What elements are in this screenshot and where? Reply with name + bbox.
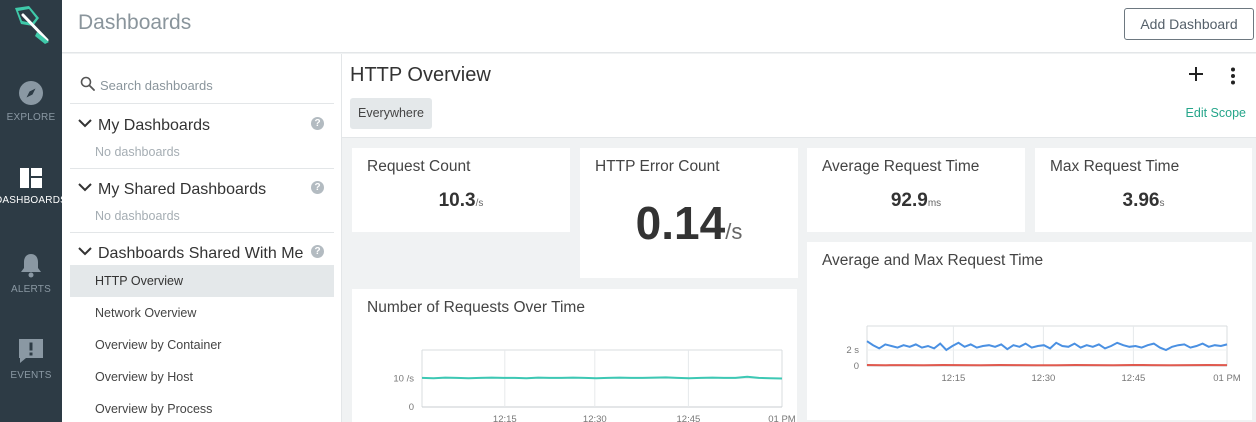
chevron-down-icon <box>78 183 92 192</box>
y-tick-label: 0 <box>854 361 859 372</box>
stat-number: 92.9 <box>890 190 928 211</box>
app: EXPLORE DASHBOARDS ALERTS EVENTS Dashboa… <box>0 0 1256 422</box>
panel-title: HTTP Error Count <box>595 158 720 175</box>
search-input[interactable] <box>100 74 330 96</box>
dashboard-main: HTTP Overview Everywhere Edit Scope Requ… <box>342 54 1256 422</box>
dashboard-title: HTTP Overview <box>350 64 491 86</box>
help-icon[interactable]: ? <box>311 245 324 258</box>
nav-item-alerts[interactable]: ALERTS <box>0 252 62 322</box>
x-tick-label: 01 PM <box>768 414 796 422</box>
sidebar-item-http-overview[interactable]: HTTP Overview <box>70 265 334 297</box>
stat-unit: /s <box>725 219 743 244</box>
divider <box>70 168 334 169</box>
nav-item-dashboards[interactable]: DASHBOARDS <box>0 167 67 237</box>
nav-label-alerts: ALERTS <box>11 284 51 295</box>
edit-scope-link[interactable]: Edit Scope <box>1186 106 1246 120</box>
search-icon <box>80 76 95 91</box>
events-icon <box>19 339 43 363</box>
scope-badge[interactable]: Everywhere <box>350 98 432 129</box>
stat-unit: ms <box>927 198 942 209</box>
panel-title: Max Request Time <box>1050 158 1180 175</box>
sidebar-item-overview-by-process[interactable]: Overview by Process <box>70 393 334 422</box>
y-tick-label: 0 <box>409 402 414 413</box>
empty-message: No dashboards <box>95 145 180 159</box>
bell-icon <box>21 254 41 278</box>
group-title: My Dashboards <box>98 117 211 134</box>
x-tick-label: 12:15 <box>493 414 517 422</box>
avg-max-time-chart: 12:15 12:30 12:45 01 PM 0 2 s <box>846 325 1241 382</box>
plus-icon[interactable] <box>1188 66 1204 82</box>
search-box <box>70 68 334 104</box>
sidebar-item-overview-by-host[interactable]: Overview by Host <box>70 361 334 393</box>
x-tick-label: 12:45 <box>677 414 701 422</box>
x-tick-label: 12:30 <box>583 414 607 422</box>
y-tick-label: 2 s <box>846 345 859 356</box>
group-shared-with-me: Dashboards Shared With Me ? <box>70 240 334 268</box>
top-header: Dashboards Add Dashboard <box>62 0 1256 53</box>
panel-title: Average Request Time <box>822 158 980 175</box>
sidebar-item-network-overview[interactable]: Network Overview <box>70 297 334 329</box>
panel-requests-over-time[interactable]: Number of Requests Over Time 12:15 12:30 1… <box>352 289 797 422</box>
page-title: Dashboards <box>78 11 192 34</box>
dashboards-sidebar: My Dashboards ? No dashboards My Shared … <box>62 54 342 422</box>
add-dashboard-button[interactable]: Add Dashboard <box>1124 8 1254 40</box>
panel-title: Request Count <box>367 158 471 175</box>
panel-max-request-time[interactable]: Max Request Time 3.96s <box>1035 148 1252 232</box>
group-title: Dashboards Shared With Me <box>98 245 304 262</box>
group-header-my-dashboards[interactable]: My Dashboards ? <box>70 112 334 140</box>
stat-unit: s <box>1159 198 1165 209</box>
stat-value: 0.14/s <box>580 196 798 250</box>
help-icon[interactable]: ? <box>311 117 324 130</box>
stat-value: 92.9ms <box>807 190 1025 212</box>
panel-http-error-count[interactable]: HTTP Error Count 0.14/s <box>580 148 798 278</box>
group-header-shared-with-me[interactable]: Dashboards Shared With Me ? <box>70 240 334 268</box>
chevron-down-icon <box>78 247 92 256</box>
x-tick-label: 12:45 <box>1122 373 1146 382</box>
panel-title: Average and Max Request Time <box>822 252 1044 269</box>
stat-number: 3.96 <box>1122 190 1160 211</box>
nav-label-dashboards: DASHBOARDS <box>0 195 67 206</box>
dashboard-header: HTTP Overview Everywhere Edit Scope <box>342 54 1256 138</box>
chevron-down-icon <box>78 119 92 128</box>
stat-number: 10.3 <box>438 190 476 211</box>
nav-label-events: EVENTS <box>10 370 52 381</box>
group-title: My Shared Dashboards <box>98 181 267 198</box>
sysdig-logo-icon <box>15 6 49 44</box>
x-tick-label: 12:30 <box>1032 373 1056 382</box>
sidebar-item-overview-by-container[interactable]: Overview by Container <box>70 329 334 361</box>
stat-value: 10.3/s <box>352 190 570 212</box>
panel-average-request-time[interactable]: Average Request Time 92.9ms <box>807 148 1025 232</box>
nav-item-explore[interactable]: EXPLORE <box>0 80 62 150</box>
logo[interactable] <box>0 0 62 48</box>
stat-value: 3.96s <box>1035 190 1252 212</box>
stat-unit: /s <box>475 198 484 209</box>
panel-title: Number of Requests Over Time <box>367 299 585 316</box>
divider <box>70 232 334 233</box>
dashboards-icon <box>20 168 42 188</box>
series-line-1 <box>421 375 783 380</box>
left-nav: EXPLORE DASHBOARDS ALERTS EVENTS <box>0 0 67 422</box>
x-tick-label: 12:15 <box>942 373 966 382</box>
nav-label-explore: EXPLORE <box>6 112 56 123</box>
group-my-dashboards: My Dashboards ? No dashboards <box>70 112 334 169</box>
x-tick-label: 01 PM <box>1213 373 1241 382</box>
y-tick-label: 10 /s <box>393 374 414 385</box>
kebab-menu-icon[interactable] <box>1230 67 1236 85</box>
group-my-shared-dashboards: My Shared Dashboards ? No dashboards <box>70 176 334 233</box>
help-icon[interactable]: ? <box>311 181 324 194</box>
group-header-my-shared-dashboards[interactable]: My Shared Dashboards ? <box>70 176 334 204</box>
panel-request-count[interactable]: Request Count 10.3/s <box>352 148 570 232</box>
panel-average-max-request-time[interactable]: Average and Max Request Time 12:15 12:30 1… <box>807 242 1252 420</box>
compass-icon <box>19 81 43 105</box>
nav-item-events[interactable]: EVENTS <box>0 338 62 408</box>
requests-over-time-chart: 12:15 12:30 12:45 01 PM 0 10 /s <box>393 349 796 422</box>
empty-message: No dashboards <box>95 209 180 223</box>
stat-number: 0.14 <box>635 197 726 249</box>
series-line-1 <box>866 340 1228 352</box>
